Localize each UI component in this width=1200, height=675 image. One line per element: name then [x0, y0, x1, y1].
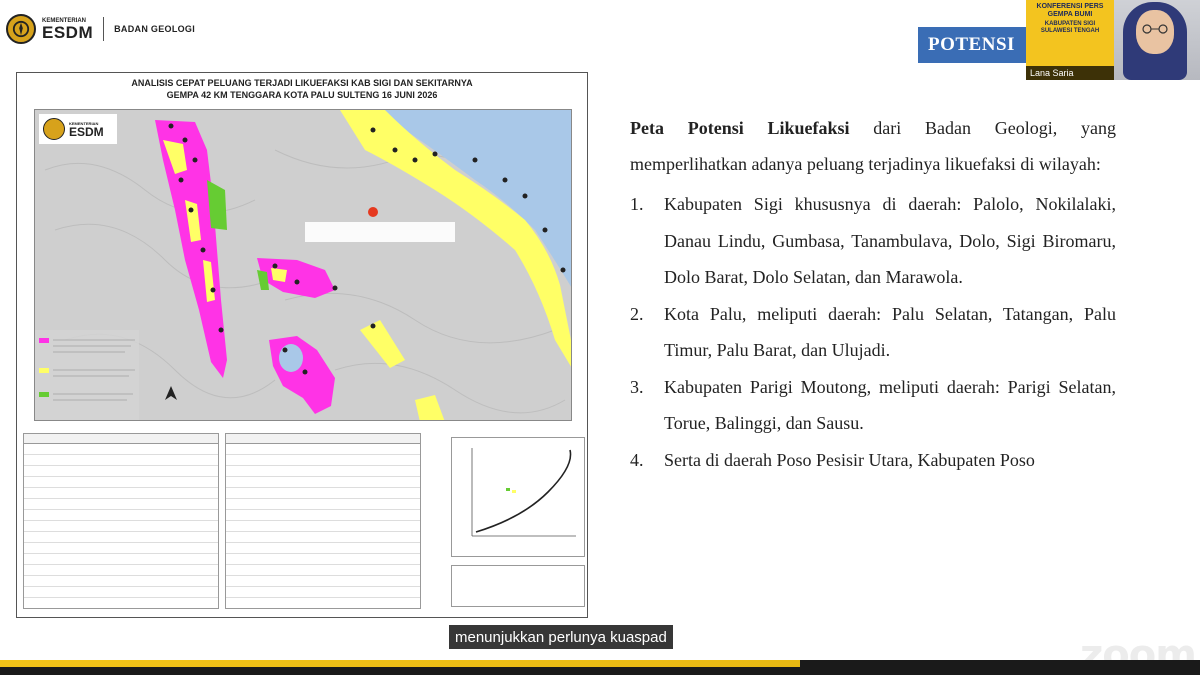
- map-logo-big: ESDM: [69, 124, 104, 139]
- table-row: [226, 510, 420, 521]
- list-text: Kota Palu, meliputi daerah: Palu Selatan…: [664, 303, 1116, 361]
- list-item: 2. Kota Palu, meliputi daerah: Palu Selat…: [630, 296, 1116, 369]
- esdm-logo: KEMENTERIAN ESDM BADAN GEOLOGI: [6, 14, 195, 44]
- epicenter-marker: [368, 207, 378, 217]
- list-text: Kabupaten Sigi khususnya di daerah: Palo…: [664, 194, 1116, 287]
- table-row: [24, 554, 218, 565]
- section-badge: POTENSI: [918, 27, 1026, 63]
- intro-paragraph: Peta Potensi Likuefaksi dari Badan Geolo…: [630, 110, 1116, 182]
- table-row: [24, 565, 218, 576]
- table-row: [226, 466, 420, 477]
- map-title-line2: GEMPA 42 KM TENGGARA KOTA PALU SULTENG 1…: [166, 90, 438, 100]
- liquefaction-map-panel: ANALISIS CEPAT PELUANG TERJADI LIKUEFAKS…: [16, 72, 588, 618]
- table-row: [24, 576, 218, 587]
- card-subtitle: KABUPATEN SIGI SULAWESI TENGAH: [1040, 21, 1100, 34]
- logo-text: KEMENTERIAN ESDM: [42, 18, 93, 41]
- table-row: [226, 565, 420, 576]
- table-row: [24, 510, 218, 521]
- live-caption: menunjukkan perlunya kuaspad: [449, 625, 673, 649]
- table-row: [226, 543, 420, 554]
- table-row: [24, 477, 218, 488]
- table-header: [226, 434, 420, 444]
- table-row: [24, 455, 218, 466]
- card-title: KONFERENSI PERS GEMPA BUMI: [1036, 3, 1104, 18]
- table-row: [226, 521, 420, 532]
- list-text: Serta di daerah Poso Pesisir Utara, Kabu…: [664, 449, 1035, 470]
- agency-name: BADAN GEOLOGI: [114, 24, 196, 34]
- table-row: [24, 499, 218, 510]
- bottom-stripe: [0, 660, 1200, 675]
- webcam-thumbnail[interactable]: KONFERENSI PERS GEMPA BUMI KABUPATEN SIG…: [1026, 0, 1200, 80]
- yellow-accent-bar: [0, 660, 800, 667]
- table-row: [226, 587, 420, 598]
- table-row: [24, 587, 218, 598]
- table-row: [226, 444, 420, 455]
- table-row: [24, 444, 218, 455]
- list-item: 1. Kabupaten Sigi khususnya di daerah: Pa…: [630, 186, 1116, 296]
- table-row: [24, 532, 218, 543]
- table-row: [226, 532, 420, 543]
- location-table-right: [225, 433, 421, 609]
- table-row: [226, 477, 420, 488]
- list-item: 4. Serta di daerah Poso Pesisir Utara, Ka…: [630, 442, 1116, 479]
- table-row: [226, 488, 420, 499]
- table-row: [24, 488, 218, 499]
- table-row: [226, 455, 420, 466]
- area-list: 1. Kabupaten Sigi khususnya di daerah: Pa…: [630, 186, 1116, 478]
- logo-ministry-big: ESDM: [42, 22, 94, 42]
- logo-divider: [103, 17, 105, 41]
- list-number: 3.: [630, 376, 644, 397]
- glasses-icon: [1142, 24, 1168, 34]
- notes-box: [451, 565, 585, 607]
- list-item: 3. Kabupaten Parigi Moutong, meliputi dae…: [630, 369, 1116, 442]
- location-table-left: [23, 433, 219, 609]
- map-emblem-icon: [43, 118, 65, 140]
- presentation-slide: KEMENTERIAN ESDM BADAN GEOLOGI POTENSI A…: [0, 0, 1200, 662]
- list-number: 4.: [630, 449, 644, 470]
- table-row: [24, 543, 218, 554]
- participant-name: Lana Saria: [1026, 66, 1114, 80]
- table-row: [226, 554, 420, 565]
- table-row: [24, 466, 218, 477]
- list-text: Kabupaten Parigi Moutong, meliputi daera…: [664, 376, 1116, 434]
- list-number: 1.: [630, 194, 644, 214]
- attenuation-graph: [451, 437, 585, 557]
- table-header: [24, 434, 218, 444]
- map-title: ANALISIS CEPAT PELUANG TERJADI LIKUEFAKS…: [17, 77, 587, 101]
- slide-content: Peta Potensi Likuefaksi dari Badan Geolo…: [630, 110, 1116, 478]
- map-image: [35, 110, 571, 420]
- zoom-watermark: zoom: [1080, 632, 1197, 662]
- map-title-line1: ANALISIS CEPAT PELUANG TERJADI LIKUEFAKS…: [131, 78, 473, 88]
- table-row: [24, 521, 218, 532]
- list-number: 2.: [630, 303, 644, 324]
- map-esdm-logo: KEMENTERIAN ESDM: [39, 114, 117, 144]
- intro-bold: Peta Potensi Likuefaksi: [630, 118, 850, 138]
- esdm-emblem-icon: [6, 14, 36, 44]
- map-frame: KEMENTERIAN ESDM: [34, 109, 572, 421]
- table-row: [226, 576, 420, 587]
- table-row: [226, 499, 420, 510]
